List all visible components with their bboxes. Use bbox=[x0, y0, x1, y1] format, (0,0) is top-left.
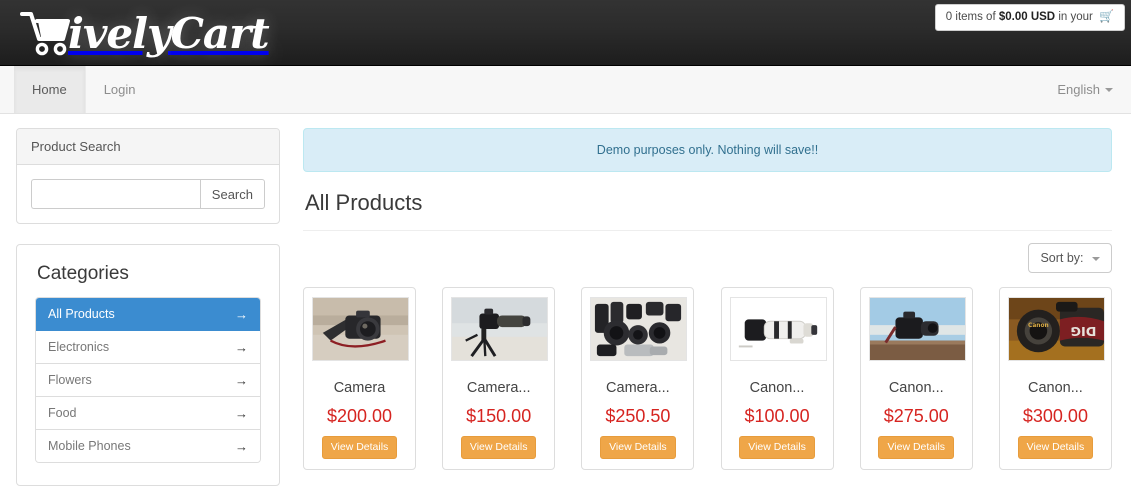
title-divider bbox=[303, 230, 1112, 231]
categories-panel: Categories All Products → Electronics → … bbox=[16, 244, 280, 486]
view-details-button[interactable]: View Details bbox=[878, 436, 955, 459]
language-selector[interactable]: English bbox=[1057, 66, 1113, 113]
sidebar: Product Search Search Categories All Pro… bbox=[16, 128, 280, 500]
page-title: All Products bbox=[305, 190, 423, 215]
product-price: $300.00 bbox=[1022, 406, 1088, 426]
canon-camera-closeup-image: Canon DIG bbox=[1008, 298, 1104, 360]
main-content: Demo purposes only. Nothing will save!! … bbox=[303, 128, 1112, 500]
category-label: Food bbox=[48, 406, 77, 420]
category-item-mobile-phones[interactable]: Mobile Phones → bbox=[36, 430, 260, 462]
category-item-food[interactable]: Food → bbox=[36, 397, 260, 430]
product-name: Camera... bbox=[606, 380, 670, 396]
product-thumbnail[interactable] bbox=[312, 297, 409, 361]
product-name: Canon... bbox=[749, 380, 805, 396]
product-price: $250.50 bbox=[605, 406, 671, 426]
category-item-flowers[interactable]: Flowers → bbox=[36, 364, 260, 397]
sort-by-dropdown[interactable]: Sort by: bbox=[1028, 243, 1112, 273]
product-grid: Camera $200.00 View Details Camera... $1… bbox=[303, 287, 1112, 470]
language-label: English bbox=[1057, 82, 1100, 97]
svg-text:DIG: DIG bbox=[1070, 324, 1096, 339]
product-thumbnail[interactable] bbox=[729, 297, 827, 361]
nav-item-home[interactable]: Home bbox=[14, 66, 86, 113]
arrow-right-icon: → bbox=[235, 405, 248, 421]
category-label: Mobile Phones bbox=[48, 439, 131, 453]
brand-logo[interactable]: ivelyCart bbox=[18, 4, 270, 62]
page-body: Product Search Search Categories All Pro… bbox=[0, 114, 1131, 500]
product-card[interactable]: Camera... $250.50 View Details bbox=[581, 287, 695, 470]
product-name: Camera... bbox=[466, 380, 531, 396]
product-name: Canon... bbox=[888, 380, 944, 396]
product-search-heading: Product Search bbox=[17, 129, 279, 165]
categories-title: Categories bbox=[37, 263, 129, 284]
nav-item-login[interactable]: Login bbox=[86, 66, 155, 113]
white-telephoto-lens-image bbox=[730, 298, 826, 360]
cart-suffix-text: in your bbox=[1055, 11, 1097, 23]
search-button[interactable]: Search bbox=[199, 179, 265, 209]
brand-name: ivelyCart bbox=[68, 8, 270, 58]
product-card[interactable]: Canon... $275.00 View Details bbox=[859, 287, 973, 470]
chevron-down-icon bbox=[1105, 87, 1113, 92]
category-item-all-products[interactable]: All Products → bbox=[36, 298, 260, 331]
shopping-cart-icon bbox=[20, 12, 70, 56]
arrow-right-icon: → bbox=[235, 339, 248, 355]
product-search-panel: Product Search Search bbox=[16, 128, 280, 224]
product-thumbnail[interactable] bbox=[451, 297, 549, 361]
arrow-right-icon: → bbox=[235, 306, 248, 322]
cart-total-amount: $0.00 USD bbox=[998, 11, 1056, 23]
cart-icon: 🛒 bbox=[1099, 9, 1114, 23]
site-header: ivelyCart 0 items of $0.00 USD in your 🛒 bbox=[0, 0, 1131, 66]
view-details-button[interactable]: View Details bbox=[321, 436, 398, 459]
sort-row: Sort by: bbox=[303, 243, 1112, 273]
sort-by-label: Sort by: bbox=[1040, 251, 1084, 265]
product-price: $100.00 bbox=[744, 406, 810, 426]
product-thumbnail[interactable]: Canon DIG bbox=[1007, 297, 1105, 361]
search-input[interactable] bbox=[31, 179, 200, 209]
cart-summary[interactable]: 0 items of $0.00 USD in your 🛒 bbox=[934, 4, 1125, 31]
camera-on-wood-sky-image bbox=[869, 298, 965, 360]
category-label: All Products bbox=[48, 307, 115, 321]
product-price: $275.00 bbox=[883, 406, 949, 426]
product-card[interactable]: Camera $200.00 View Details bbox=[303, 287, 416, 470]
nav-links: Home Login bbox=[14, 66, 155, 113]
cart-prefix-text: 0 items of bbox=[945, 11, 999, 23]
view-details-button[interactable]: View Details bbox=[1017, 436, 1094, 459]
category-label: Electronics bbox=[48, 340, 110, 354]
svg-text:Canon: Canon bbox=[1028, 323, 1049, 329]
arrow-right-icon: → bbox=[235, 372, 248, 388]
product-card[interactable]: Camera... $150.00 View Details bbox=[442, 287, 556, 470]
demo-alert: Demo purposes only. Nothing will save!! bbox=[303, 128, 1112, 172]
category-item-electronics[interactable]: Electronics → bbox=[36, 331, 260, 364]
product-name: Camera bbox=[333, 380, 386, 396]
product-thumbnail[interactable] bbox=[590, 297, 688, 361]
product-thumbnail[interactable] bbox=[868, 297, 966, 361]
category-label: Flowers bbox=[48, 373, 92, 387]
categories-list: All Products → Electronics → Flowers → F… bbox=[35, 297, 261, 463]
product-name: Canon... bbox=[1028, 380, 1083, 396]
main-navigation: Home Login English bbox=[0, 66, 1131, 114]
product-price: $150.00 bbox=[466, 406, 532, 426]
arrow-right-icon: → bbox=[235, 438, 248, 454]
product-price: $200.00 bbox=[326, 406, 393, 426]
search-input-group: Search bbox=[31, 179, 265, 209]
camera-lenses-group-image bbox=[591, 298, 687, 360]
view-details-button[interactable]: View Details bbox=[460, 436, 537, 459]
view-details-button[interactable]: View Details bbox=[739, 436, 815, 459]
view-details-button[interactable]: View Details bbox=[600, 436, 676, 459]
chevron-down-icon bbox=[1092, 256, 1100, 261]
product-card[interactable]: Canon DIG Canon... $300.00 View Details bbox=[998, 287, 1112, 470]
dslr-camera-on-ground-image bbox=[313, 298, 408, 360]
product-card[interactable]: Canon... $100.00 View Details bbox=[720, 287, 834, 470]
product-search-body: Search bbox=[17, 165, 279, 223]
camera-on-tripod-beach-image bbox=[452, 298, 548, 360]
